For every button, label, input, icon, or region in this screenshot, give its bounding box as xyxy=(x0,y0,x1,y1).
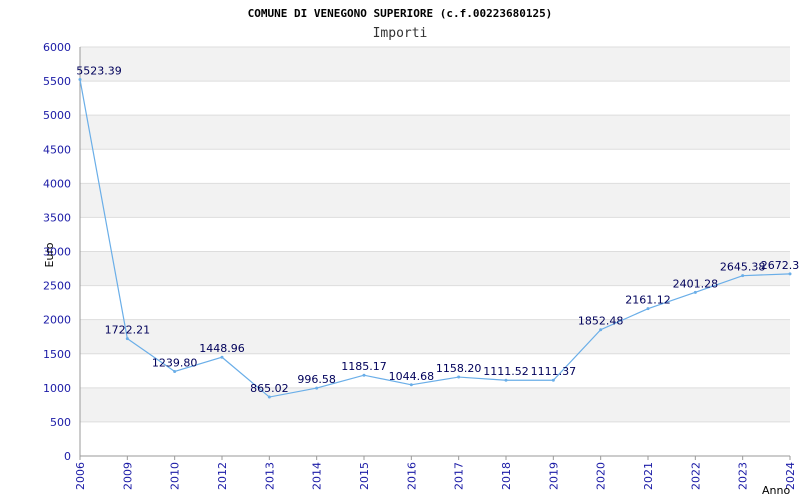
data-point xyxy=(646,307,650,311)
x-tick-label: 2016 xyxy=(405,462,418,490)
data-point xyxy=(551,378,555,382)
x-tick-label: 2019 xyxy=(547,462,560,490)
x-tick-label: 2006 xyxy=(74,462,87,490)
y-tick-label: 500 xyxy=(50,416,71,429)
y-tick-label: 5000 xyxy=(43,109,71,122)
data-point xyxy=(693,290,697,294)
data-point xyxy=(315,386,319,390)
x-axis-label: Anno xyxy=(762,484,790,497)
grid-band xyxy=(80,387,790,422)
data-point xyxy=(599,328,603,332)
data-label: 1111.37 xyxy=(531,365,577,378)
data-label: 1239.80 xyxy=(152,356,198,369)
y-tick-label: 1500 xyxy=(43,348,71,361)
y-tick-label: 1000 xyxy=(43,382,71,395)
data-label: 2645.38 xyxy=(720,261,766,274)
data-point xyxy=(173,369,177,373)
y-tick-label: 4500 xyxy=(43,143,71,156)
data-label: 2401.28 xyxy=(673,277,719,290)
x-tick-label: 2010 xyxy=(169,462,182,490)
x-tick-label: 2023 xyxy=(737,462,750,490)
y-tick-label: 0 xyxy=(64,450,71,463)
data-label: 1044.68 xyxy=(389,370,435,383)
grid-band xyxy=(80,115,790,150)
x-tick-label: 2012 xyxy=(216,462,229,490)
data-label: 1852.48 xyxy=(578,315,624,328)
data-point xyxy=(125,337,129,341)
line-chart: COMUNE DI VENEGONO SUPERIORE (c.f.002236… xyxy=(43,7,800,497)
data-label: 1722.21 xyxy=(105,324,151,337)
plot-background xyxy=(80,46,790,457)
data-point xyxy=(741,274,745,278)
grid-band xyxy=(80,319,790,354)
data-label: 1448.96 xyxy=(199,342,245,355)
data-label: 1158.20 xyxy=(436,362,482,375)
chart-subtitle: Importi xyxy=(373,26,428,41)
x-tick-label: 2020 xyxy=(595,462,608,490)
y-tick-label: 6000 xyxy=(43,41,71,54)
x-axis-ticks: 2006 2009 2010 2012 2013 2014 2015 2016 2017 2018… xyxy=(74,456,797,490)
y-tick-label: 5500 xyxy=(43,75,71,88)
x-tick-label: 2022 xyxy=(689,462,702,490)
data-label: 2161.12 xyxy=(625,294,671,307)
data-label: 865.02 xyxy=(250,382,289,395)
grid-band xyxy=(80,183,790,218)
x-tick-label: 2018 xyxy=(500,462,513,490)
data-label: 1185.17 xyxy=(341,360,387,373)
data-point xyxy=(220,355,224,359)
grid-band xyxy=(80,47,790,82)
data-point xyxy=(504,378,508,382)
y-tick-label: 4000 xyxy=(43,177,71,190)
data-label: 2672.3 xyxy=(761,259,800,272)
y-tick-label: 2500 xyxy=(43,280,71,293)
chart-title: COMUNE DI VENEGONO SUPERIORE (c.f.002236… xyxy=(248,7,553,20)
data-point xyxy=(78,77,82,81)
x-tick-label: 2009 xyxy=(121,462,134,490)
data-point xyxy=(267,395,271,399)
y-tick-label: 2000 xyxy=(43,314,71,327)
data-point xyxy=(409,383,413,387)
data-label: 5523.39 xyxy=(76,64,122,77)
data-label: 1111.52 xyxy=(483,365,529,378)
data-point xyxy=(362,373,366,377)
x-tick-label: 2015 xyxy=(358,462,371,490)
data-label: 996.58 xyxy=(297,373,336,386)
y-tick-label: 3500 xyxy=(43,211,71,224)
data-point xyxy=(788,272,792,276)
x-tick-label: 2021 xyxy=(642,462,655,490)
x-tick-label: 2014 xyxy=(311,462,324,490)
x-tick-label: 2013 xyxy=(263,462,276,490)
y-axis-label: Euro xyxy=(43,242,56,267)
x-tick-label: 2017 xyxy=(453,462,466,490)
data-point xyxy=(457,375,461,379)
